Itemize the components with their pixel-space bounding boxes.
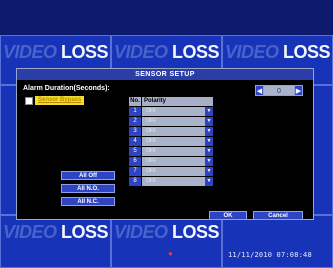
video-loss-label: VIDEO LOSS	[224, 42, 331, 62]
polarity-select[interactable]: OFF ▼	[142, 127, 213, 136]
sensor-table: No. Polarity 1 OFF ▼ 2 OFF ▼ 3 OFF ▼ 4 O…	[129, 97, 213, 186]
chevron-down-icon[interactable]: ▼	[205, 127, 213, 136]
sensor-setup-dialog: SENSOR SETUP Alarm Duration(Seconds): ◀ …	[16, 68, 314, 220]
chevron-down-icon[interactable]: ▼	[205, 167, 213, 176]
polarity-select[interactable]: OFF ▼	[142, 137, 213, 146]
table-row: 5 OFF ▼	[129, 147, 213, 156]
camera-tile-8[interactable]: VIDEO LOSS	[111, 215, 222, 268]
sensor-number: 5	[129, 147, 141, 156]
chevron-down-icon[interactable]: ▼	[205, 157, 213, 166]
sensor-bypass-label[interactable]: Sensor Bypass	[35, 96, 85, 105]
chevron-down-icon[interactable]: ▼	[205, 117, 213, 126]
sensor-number: 4	[129, 137, 141, 146]
polarity-value[interactable]: OFF	[142, 147, 205, 156]
sensor-number: 3	[129, 127, 141, 136]
sensor-bypass-checkbox[interactable]	[25, 96, 33, 105]
table-row: 2 OFF ▼	[129, 117, 213, 126]
column-header-no: No.	[129, 97, 141, 106]
polarity-value[interactable]: OFF	[142, 107, 205, 116]
chevron-down-icon[interactable]: ▼	[205, 177, 213, 186]
sensor-number: 6	[129, 157, 141, 166]
all-off-button[interactable]: All Off	[61, 171, 115, 180]
polarity-value[interactable]: OFF	[142, 137, 205, 146]
polarity-select[interactable]: OFF ▼	[142, 157, 213, 166]
polarity-select[interactable]: OFF ▼	[142, 177, 213, 186]
decrement-button[interactable]: ◀	[255, 85, 264, 96]
chevron-down-icon[interactable]: ▼	[205, 107, 213, 116]
polarity-value[interactable]: OFF	[142, 157, 205, 166]
table-row: 3 OFF ▼	[129, 127, 213, 136]
polarity-select[interactable]: OFF ▼	[142, 147, 213, 156]
sensor-bypass-row: Sensor Bypass	[25, 96, 85, 105]
chevron-down-icon[interactable]: ▼	[205, 147, 213, 156]
all-nc-button[interactable]: All N.C.	[61, 197, 115, 206]
cancel-button[interactable]: Cancel	[253, 211, 303, 220]
polarity-select[interactable]: OFF ▼	[142, 117, 213, 126]
recording-icon: ●	[168, 249, 173, 258]
polarity-value[interactable]: OFF	[142, 117, 205, 126]
timestamp: 11/11/2010 07:08:48	[228, 251, 312, 259]
table-row: 6 OFF ▼	[129, 157, 213, 166]
alarm-duration-stepper: ◀ 0 ▶	[255, 85, 303, 96]
camera-tile-9[interactable]	[222, 215, 333, 268]
dialog-title: SENSOR SETUP	[17, 69, 313, 80]
alarm-duration-label: Alarm Duration(Seconds):	[23, 85, 110, 92]
table-row: 7 OFF ▼	[129, 167, 213, 176]
chevron-down-icon[interactable]: ▼	[205, 137, 213, 146]
polarity-value[interactable]: OFF	[142, 167, 205, 176]
camera-tile-7[interactable]: VIDEO LOSS	[0, 215, 111, 268]
sensor-number: 8	[129, 177, 141, 186]
video-loss-label: VIDEO LOSS	[113, 42, 220, 62]
video-loss-label: VIDEO LOSS	[2, 222, 109, 242]
alarm-duration-value[interactable]: 0	[264, 85, 294, 96]
polarity-select[interactable]: OFF ▼	[142, 107, 213, 116]
polarity-select[interactable]: OFF ▼	[142, 167, 213, 176]
increment-button[interactable]: ▶	[294, 85, 303, 96]
sensor-number: 1	[129, 107, 141, 116]
sensor-number: 7	[129, 167, 141, 176]
table-row: 4 OFF ▼	[129, 137, 213, 146]
all-no-button[interactable]: All N.O.	[61, 184, 115, 193]
table-row: 8 OFF ▼	[129, 177, 213, 186]
polarity-value[interactable]: OFF	[142, 127, 205, 136]
table-row: 1 OFF ▼	[129, 107, 213, 116]
polarity-value[interactable]: OFF	[142, 177, 205, 186]
ok-button[interactable]: OK	[209, 211, 247, 220]
column-header-polarity: Polarity	[142, 97, 213, 106]
sensor-number: 2	[129, 117, 141, 126]
video-loss-label: VIDEO LOSS	[2, 42, 109, 62]
video-loss-label: VIDEO LOSS	[113, 222, 220, 242]
table-header: No. Polarity	[129, 97, 213, 106]
